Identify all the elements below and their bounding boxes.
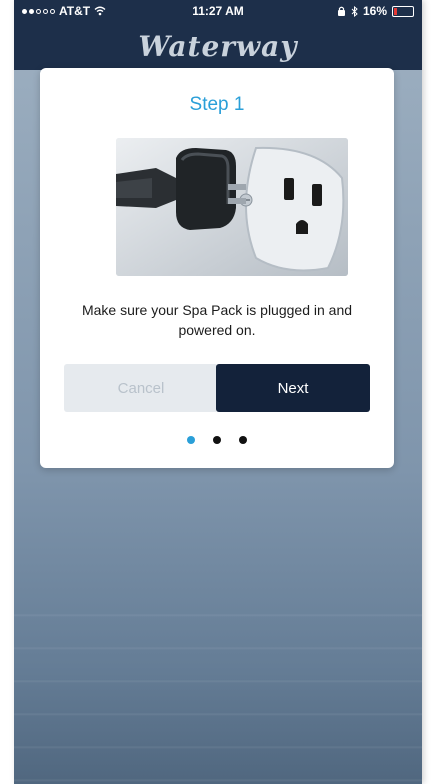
battery-level-fill	[394, 7, 397, 15]
app-logo: Waterway	[138, 30, 298, 63]
bluetooth-icon	[351, 5, 358, 17]
setup-step-dialog: Step 1 Make sure your Spa Pack is plugge…	[40, 68, 394, 468]
dialog-message: Make sure your Spa Pack is plugged in an…	[81, 302, 353, 338]
battery-percent: 16%	[362, 4, 387, 18]
cancel-button[interactable]: Cancel	[64, 364, 218, 412]
next-button[interactable]: Next	[216, 364, 370, 412]
background-water-texture	[14, 584, 422, 784]
page-dot-3	[239, 436, 247, 444]
phone-screen: AT&T 11:27 AM 16% Waterway Step 1 Make s…	[14, 0, 422, 784]
battery-icon	[392, 5, 414, 17]
status-right-group: 16%	[337, 4, 414, 18]
app-header: AT&T 11:27 AM 16% Waterway	[14, 0, 422, 70]
page-dot-2	[213, 436, 221, 444]
page-dot-1	[187, 436, 195, 444]
lock-rotation-icon	[337, 6, 345, 16]
status-bar: AT&T 11:27 AM 16%	[14, 0, 422, 22]
page-indicator	[40, 436, 394, 444]
plug-outlet-image	[116, 138, 348, 276]
power-plug-outlet-illustration	[116, 138, 348, 276]
dialog-title: Step 1	[189, 94, 245, 115]
